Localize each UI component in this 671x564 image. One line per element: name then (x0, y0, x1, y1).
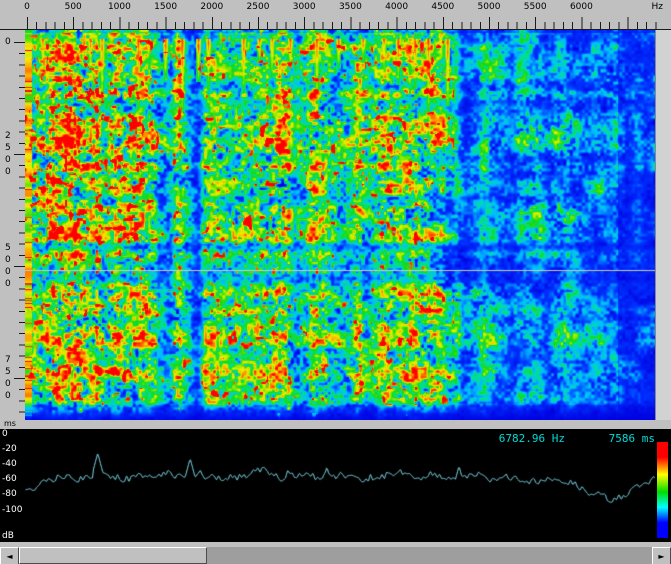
frequency-ruler: Hz 0 500 1000 1500 2000 2500 3000 3500 4000 4500 5… (0, 0, 671, 30)
spectrogram-window: Hz 0 500 1000 1500 2000 2500 3000 3500 4000 4500 5… (0, 0, 671, 564)
time-tick-label: 5 0 0 0 (5, 242, 11, 290)
right-arrow-icon: ► (658, 552, 664, 561)
scroll-left-button[interactable]: ◄ (0, 547, 19, 564)
spectrum-canvas (25, 429, 655, 542)
db-tick-label: -80 (2, 489, 17, 499)
db-unit-label: dB (2, 531, 14, 541)
frequency-tick-label: 2500 (247, 2, 270, 12)
time-unit-label: ms (4, 419, 16, 428)
db-tick-label: -40 (2, 459, 17, 469)
time-major-ticks (14, 42, 25, 414)
frequency-tick-label: 1000 (108, 2, 131, 12)
frequency-unit-label: Hz (652, 2, 664, 12)
time-tick-label: 2 5 0 0 (5, 130, 11, 178)
frequency-tick-label: 0 (24, 2, 30, 12)
time-tick-label: 0 (5, 36, 11, 48)
frequency-tick-label: 5500 (524, 2, 547, 12)
frequency-tick-label: 1500 (154, 2, 177, 12)
frequency-major-ticks (27, 17, 657, 29)
color-scale-legend (657, 442, 668, 538)
scroll-right-button[interactable]: ► (652, 547, 671, 564)
frequency-tick-label: 3500 (339, 2, 362, 12)
horizontal-scrollbar-thumb[interactable] (19, 547, 207, 564)
db-tick-label: -20 (2, 444, 17, 454)
horizontal-scrollbar[interactable]: ◄ ► (0, 547, 671, 564)
db-tick-label: 0 (2, 429, 8, 439)
frequency-tick-label: 500 (65, 2, 82, 12)
left-arrow-icon: ◄ (6, 552, 12, 561)
frequency-tick-label: 2000 (200, 2, 223, 12)
frequency-tick-label: 4000 (385, 2, 408, 12)
vertical-scrollbar[interactable] (655, 30, 671, 420)
db-tick-label: -100 (2, 505, 22, 515)
frequency-tick-label: 5000 (478, 2, 501, 12)
time-tick-label: 7 5 0 0 (5, 354, 11, 402)
frequency-tick-label: 4500 (431, 2, 454, 12)
time-readout: 7586 ms (609, 432, 655, 445)
frequency-readout: 6782.96 Hz (499, 432, 565, 445)
time-unit-strip: ms (0, 420, 671, 429)
horizontal-scrollbar-track[interactable] (19, 547, 652, 564)
db-tick-label: -60 (2, 474, 17, 484)
time-ruler: 0 2 5 0 0 5 0 0 0 7 5 0 0 (0, 30, 26, 420)
frequency-tick-label: 3000 (293, 2, 316, 12)
frequency-tick-label: 6000 (570, 2, 593, 12)
spectrogram-canvas[interactable] (25, 30, 655, 420)
spectrum-panel: 6782.96 Hz 7586 ms dB 0 -20 -40 -60 -80 -100 (0, 429, 671, 542)
